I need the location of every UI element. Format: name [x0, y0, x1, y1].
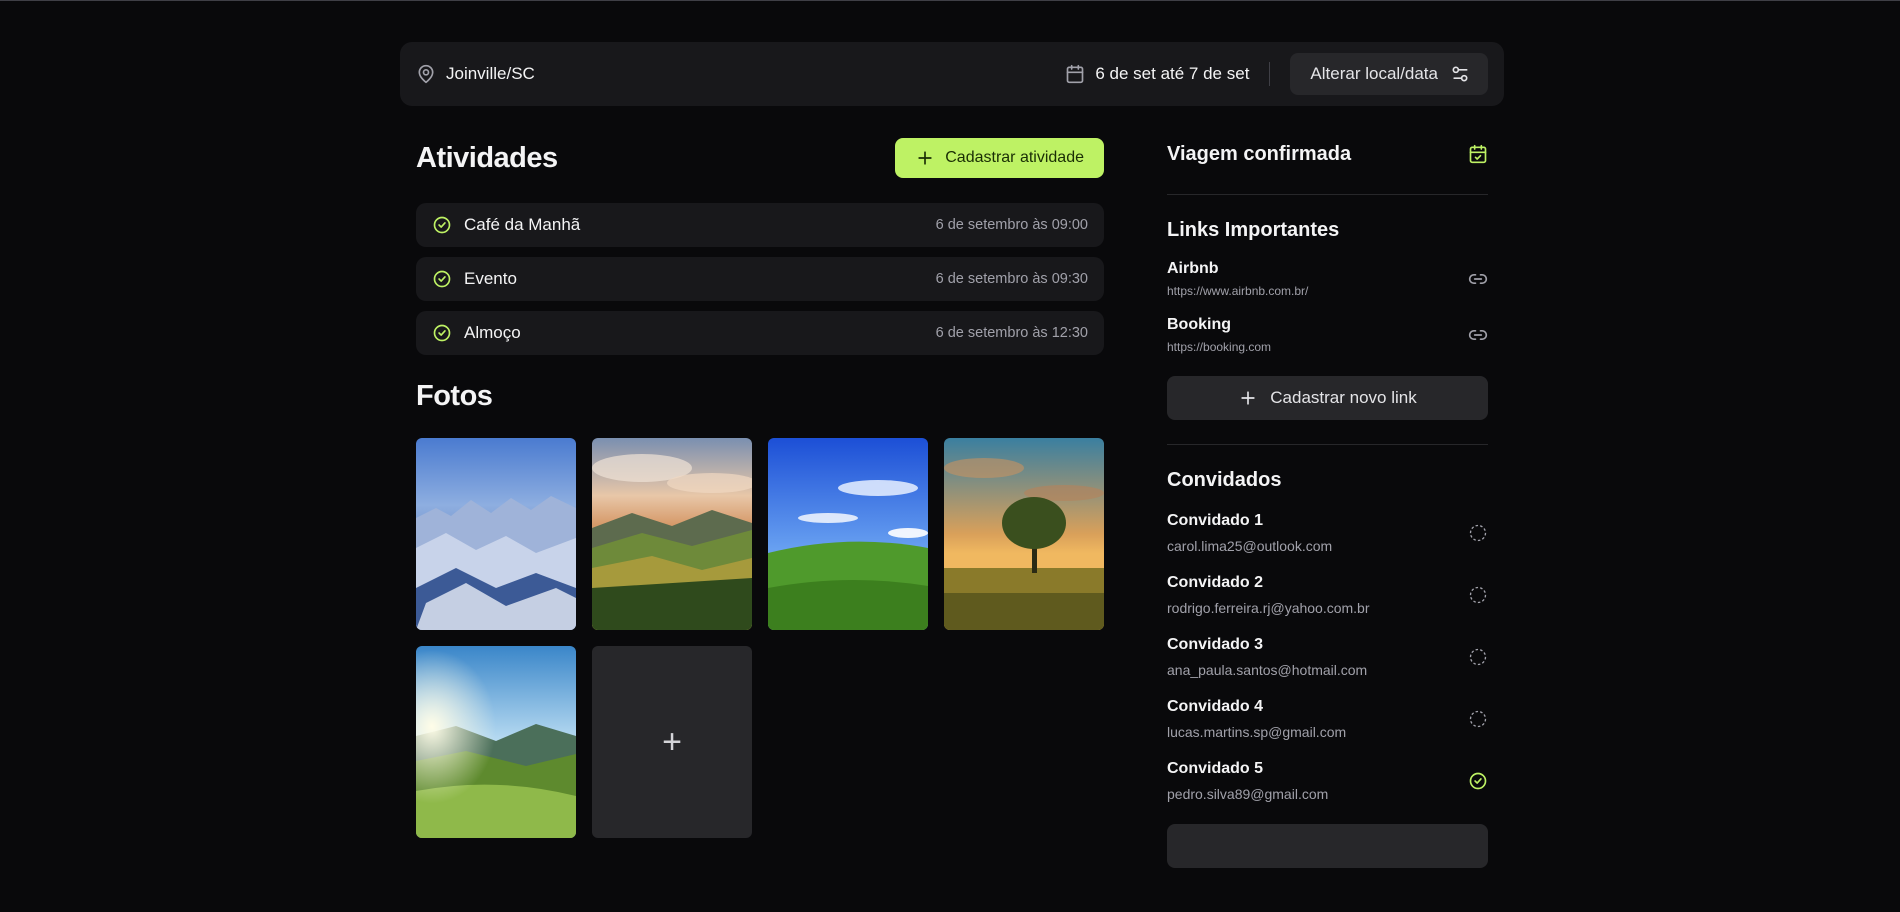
- link-item[interactable]: Airbnb https://www.airbnb.com.br/: [1167, 260, 1488, 298]
- calendar-icon: [1065, 64, 1085, 84]
- check-circle-icon: [432, 323, 452, 343]
- guest-name: Convidado 2: [1167, 574, 1264, 591]
- photo-valley-sunset[interactable]: [592, 438, 752, 630]
- calendar-check-icon: [1468, 144, 1488, 164]
- activity-name: Evento: [464, 269, 517, 288]
- photo-green-hill-blue-sky[interactable]: [768, 438, 928, 630]
- trip-status-title: Viagem confirmada: [1167, 142, 1352, 165]
- pending-circle-icon: [1468, 647, 1488, 667]
- guest-name: Convidado 5: [1167, 760, 1264, 777]
- guest-item: Convidado 3 ana_paula.santos@hotmail.com: [1167, 636, 1488, 678]
- check-circle-icon: [432, 215, 452, 235]
- guest-item: Convidado 2 rodrigo.ferreira.rj@yahoo.co…: [1167, 574, 1488, 616]
- add-photo-plus-icon: +: [662, 722, 682, 761]
- guest-item: Convidado 4 lucas.martins.sp@gmail.com: [1167, 698, 1488, 740]
- guest-name: Convidado 3: [1167, 636, 1264, 653]
- guest-name: Convidado 4: [1167, 698, 1264, 715]
- page-container: Joinville/SC 6 de set até 7 de set Alter…: [400, 42, 1504, 106]
- guest-email: pedro.silva89@gmail.com: [1167, 786, 1329, 802]
- activity-time: 6 de setembro às 09:30: [935, 271, 1088, 287]
- divider: [1167, 194, 1488, 195]
- link-item[interactable]: Booking https://booking.com: [1167, 316, 1488, 354]
- photo-sunny-mountain-meadow[interactable]: [416, 646, 576, 838]
- guest-name: Convidado 1: [1167, 512, 1264, 529]
- photo-lone-tree-field[interactable]: [944, 438, 1104, 630]
- plus-icon: [915, 148, 935, 168]
- add-link-button[interactable]: Cadastrar novo link: [1167, 376, 1488, 420]
- location-label: Joinville/SC: [446, 64, 535, 83]
- check-circle-icon: [1468, 771, 1488, 791]
- pending-circle-icon: [1468, 709, 1488, 729]
- activity-list: Café da Manhã 6 de setembro às 09:00 Eve…: [416, 203, 1104, 355]
- check-circle-icon: [432, 269, 452, 289]
- guest-email: rodrigo.ferreira.rj@yahoo.com.br: [1167, 600, 1370, 616]
- map-pin-icon: [416, 64, 436, 84]
- link-url[interactable]: https://www.airbnb.com.br/: [1167, 284, 1308, 298]
- activity-item[interactable]: Evento 6 de setembro às 09:30: [416, 257, 1104, 301]
- sidebar: Viagem confirmada Links Importantes Airb…: [1167, 138, 1488, 868]
- photo-grid: +: [416, 438, 1104, 838]
- link-name: Airbnb: [1167, 260, 1219, 277]
- link-icon[interactable]: [1468, 325, 1488, 345]
- activity-item[interactable]: Almoço 6 de setembro às 12:30: [416, 311, 1104, 355]
- guest-email: lucas.martins.sp@gmail.com: [1167, 724, 1347, 740]
- links-title: Links Importantes: [1167, 219, 1340, 241]
- activity-name: Café da Manhã: [464, 215, 581, 234]
- plus-icon: [1238, 388, 1258, 408]
- divider: [1167, 444, 1488, 445]
- activity-time: 6 de setembro às 09:00: [935, 217, 1088, 233]
- activity-name: Almoço: [464, 323, 521, 342]
- guest-email: ana_paula.santos@hotmail.com: [1167, 662, 1368, 678]
- settings-sliders-icon: [1450, 64, 1470, 84]
- pending-circle-icon: [1468, 585, 1488, 605]
- guests-title: Convidados: [1167, 469, 1282, 491]
- guest-item: Convidado 1 carol.lima25@outlook.com: [1167, 512, 1488, 554]
- activity-item[interactable]: Café da Manhã 6 de setembro às 09:00: [416, 203, 1104, 247]
- add-link-label: Cadastrar novo link: [1270, 388, 1417, 407]
- date-range-label: 6 de set até 7 de set: [1095, 64, 1250, 83]
- activities-title: Atividades: [416, 141, 558, 174]
- add-activity-button[interactable]: Cadastrar atividade: [895, 138, 1104, 178]
- trip-header: Joinville/SC 6 de set até 7 de set Alter…: [400, 42, 1504, 106]
- add-activity-label: Cadastrar atividade: [945, 149, 1084, 166]
- manage-guests-button[interactable]: [1167, 824, 1488, 868]
- add-photo-button[interactable]: +: [592, 646, 752, 838]
- link-name: Booking: [1167, 316, 1231, 333]
- link-url[interactable]: https://booking.com: [1167, 340, 1271, 354]
- main-column: Atividades Cadastrar atividade Café da M…: [416, 138, 1104, 838]
- activity-time: 6 de setembro às 12:30: [935, 325, 1088, 341]
- change-location-date-button[interactable]: Alterar local/data: [1290, 53, 1488, 95]
- change-location-date-label: Alterar local/data: [1310, 64, 1438, 83]
- photo-snowy-mountains[interactable]: [416, 438, 576, 630]
- guest-item: Convidado 5 pedro.silva89@gmail.com: [1167, 760, 1488, 802]
- guest-email: carol.lima25@outlook.com: [1167, 538, 1333, 554]
- date-range: 6 de set até 7 de set: [1065, 62, 1271, 86]
- photos-title: Fotos: [416, 380, 493, 412]
- location-display: Joinville/SC: [416, 64, 535, 84]
- pending-circle-icon: [1468, 523, 1488, 543]
- link-icon[interactable]: [1468, 269, 1488, 289]
